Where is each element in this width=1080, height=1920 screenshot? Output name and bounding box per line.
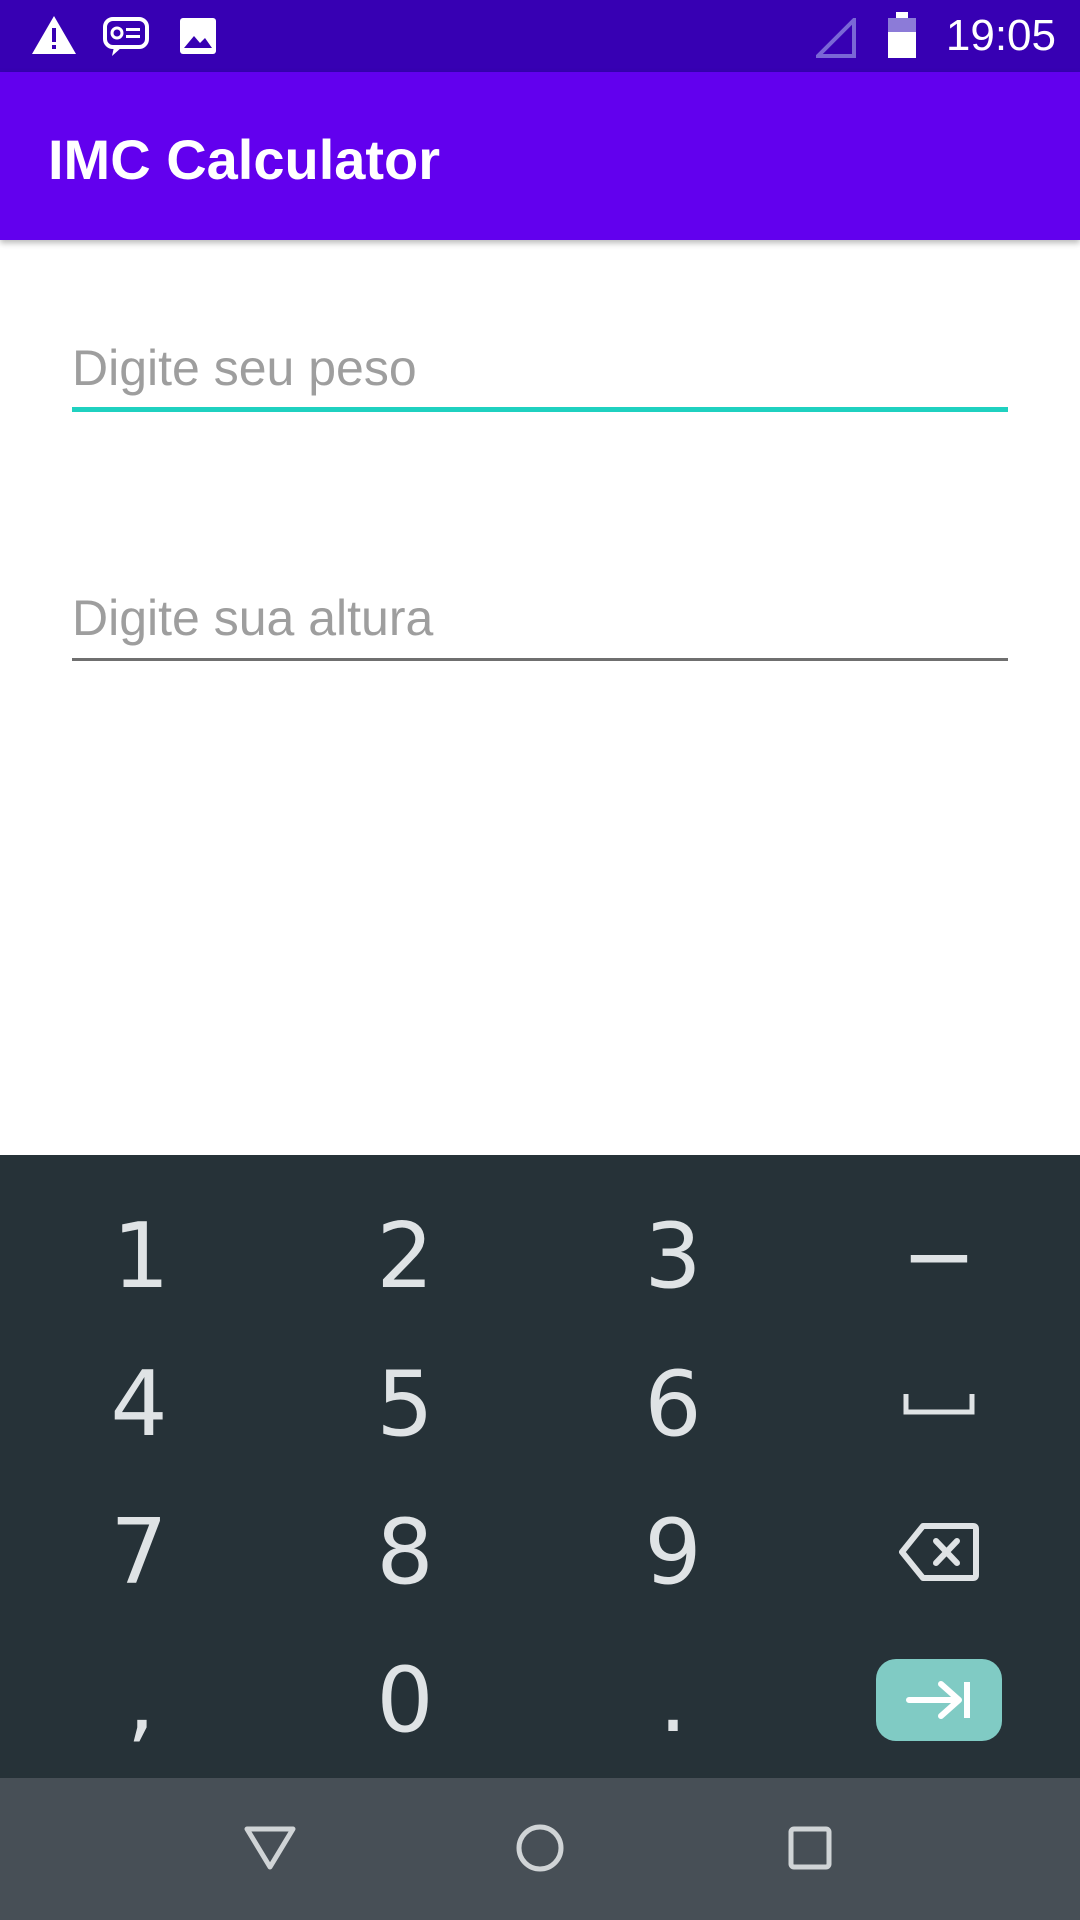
back-icon (244, 1826, 296, 1870)
numeric-keyboard: 1 2 3 − 4 5 6 7 8 9 , 0 . (0, 1155, 1080, 1778)
key-3[interactable]: 3 (538, 1181, 808, 1331)
clock: 19:05 (945, 11, 1056, 60)
key-2[interactable]: 2 (270, 1181, 540, 1331)
battery-icon (888, 12, 916, 63)
key-1[interactable]: 1 (6, 1181, 276, 1331)
key-backspace[interactable] (804, 1477, 1074, 1627)
home-button[interactable] (500, 1808, 580, 1888)
weight-field (72, 333, 1008, 413)
app-title: IMC Calculator (48, 128, 441, 191)
recents-button[interactable] (770, 1808, 850, 1888)
key-space[interactable] (804, 1329, 1074, 1479)
key-7[interactable]: 7 (4, 1477, 274, 1627)
height-field (72, 583, 1008, 663)
next-button[interactable] (876, 1659, 1002, 1741)
key-6[interactable]: 6 (538, 1329, 808, 1479)
navigation-bar (0, 1778, 1080, 1920)
weight-field-underline (72, 407, 1008, 412)
space-icon (903, 1394, 975, 1415)
back-button[interactable] (230, 1808, 310, 1888)
key-5[interactable]: 5 (270, 1329, 540, 1479)
warning-icon (30, 14, 78, 61)
key-comma[interactable]: , (6, 1625, 276, 1775)
key-0[interactable]: 0 (270, 1625, 540, 1775)
height-input[interactable] (72, 583, 1008, 653)
key-next[interactable] (804, 1625, 1074, 1775)
tab-next-icon (906, 1681, 970, 1719)
key-period[interactable]: . (538, 1625, 808, 1775)
recents-icon (788, 1826, 832, 1870)
message-icon (102, 16, 150, 63)
home-icon (516, 1824, 564, 1872)
key-4[interactable]: 4 (4, 1329, 274, 1479)
backspace-icon (899, 1523, 979, 1581)
height-field-underline (72, 658, 1008, 661)
key-9[interactable]: 9 (538, 1477, 808, 1627)
signal-icon (813, 15, 856, 63)
key-8[interactable]: 8 (270, 1477, 540, 1627)
key-minus[interactable]: − (804, 1181, 1074, 1331)
status-bar: 19:05 (0, 0, 1080, 72)
image-icon (178, 16, 218, 61)
app-bar: IMC Calculator (0, 72, 1080, 240)
weight-input[interactable] (72, 333, 1008, 403)
